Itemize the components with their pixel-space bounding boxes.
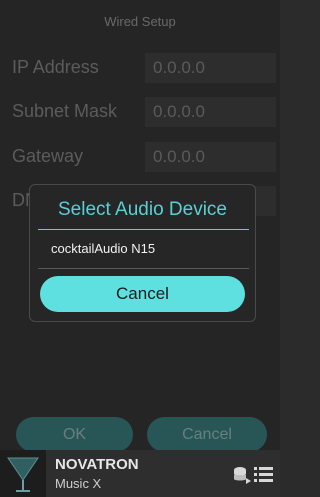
- dialog-cancel-button[interactable]: Cancel: [40, 276, 245, 312]
- now-playing-bar[interactable]: NOVATRON Music X: [0, 450, 280, 497]
- now-playing-title: NOVATRON: [55, 456, 139, 473]
- device-list-divider: [38, 268, 249, 269]
- select-audio-device-dialog: Select Audio Device cocktailAudio N15 Ca…: [29, 184, 256, 322]
- now-playing-subtitle: Music X: [55, 476, 102, 491]
- dialog-title: Select Audio Device: [58, 199, 227, 220]
- device-list-item[interactable]: cocktailAudio N15: [51, 241, 155, 256]
- dialog-title-divider: [38, 229, 249, 230]
- list-menu-icon[interactable]: [254, 464, 274, 484]
- queue-icon[interactable]: [232, 464, 252, 484]
- album-art-icon[interactable]: [0, 450, 46, 497]
